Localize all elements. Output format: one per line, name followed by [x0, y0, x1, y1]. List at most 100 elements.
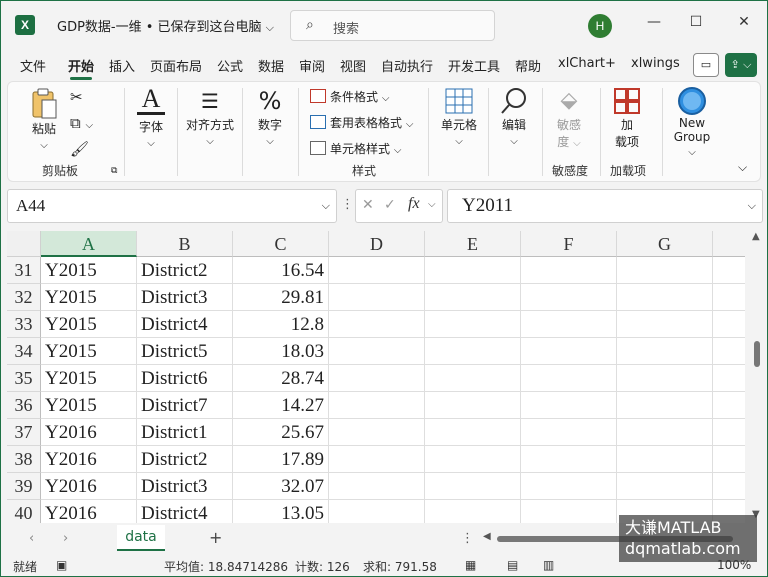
- table-cell[interactable]: 25.67: [233, 419, 329, 446]
- more-sheets-icon[interactable]: ⋮: [461, 531, 474, 546]
- more-options-icon[interactable]: ⋮: [341, 197, 354, 212]
- table-cell[interactable]: [329, 419, 425, 446]
- table-cell[interactable]: [521, 365, 617, 392]
- column-header-a[interactable]: A: [41, 231, 137, 257]
- share-button[interactable]: ⇪ ⌵: [725, 53, 757, 77]
- new-group-button[interactable]: New Group ⌵: [670, 86, 714, 158]
- table-cell[interactable]: 13.05: [233, 500, 329, 523]
- column-header-b[interactable]: B: [137, 231, 233, 257]
- vertical-scrollbar[interactable]: ▲ ▼: [749, 231, 765, 523]
- tab-review[interactable]: 审阅: [299, 56, 325, 75]
- table-cell[interactable]: District6: [137, 365, 233, 392]
- table-cell[interactable]: [329, 311, 425, 338]
- table-cell[interactable]: [713, 338, 745, 365]
- column-header-g[interactable]: G: [617, 231, 713, 257]
- accessibility-icon[interactable]: ▣: [56, 558, 67, 572]
- table-cell[interactable]: [521, 257, 617, 284]
- table-cell[interactable]: [617, 365, 713, 392]
- row-header[interactable]: 34: [7, 338, 41, 365]
- table-cell[interactable]: District2: [137, 446, 233, 473]
- table-cell[interactable]: [713, 392, 745, 419]
- sheet-tab-data[interactable]: data: [117, 525, 165, 551]
- tab-xlwings[interactable]: xlwings: [631, 56, 680, 71]
- table-cell[interactable]: [713, 311, 745, 338]
- comments-icon[interactable]: ▭: [693, 53, 719, 77]
- table-cell[interactable]: District7: [137, 392, 233, 419]
- table-cell[interactable]: [521, 311, 617, 338]
- table-cell[interactable]: [713, 419, 745, 446]
- name-box[interactable]: A44 ⌵: [7, 189, 337, 223]
- tab-page-layout[interactable]: 页面布局: [150, 56, 202, 75]
- table-cell[interactable]: [521, 446, 617, 473]
- table-cell[interactable]: Y2016: [41, 446, 137, 473]
- table-cell[interactable]: [617, 419, 713, 446]
- table-cell[interactable]: District4: [137, 500, 233, 523]
- row-header[interactable]: 39: [7, 473, 41, 500]
- table-cell[interactable]: [329, 365, 425, 392]
- tab-home[interactable]: 开始: [68, 56, 94, 80]
- table-cell[interactable]: 14.27: [233, 392, 329, 419]
- table-cell[interactable]: Y2015: [41, 338, 137, 365]
- tab-developer[interactable]: 开发工具: [448, 56, 500, 75]
- status-average[interactable]: 平均值: 18.84714286: [164, 558, 288, 575]
- sheet-prev-icon[interactable]: ‹: [29, 531, 34, 546]
- alignment-button[interactable]: ☰ 对齐方式 ⌵: [184, 86, 236, 147]
- tab-file[interactable]: 文件: [20, 56, 46, 75]
- table-cell[interactable]: [617, 257, 713, 284]
- add-sheet-button[interactable]: +: [209, 528, 222, 547]
- table-cell[interactable]: [425, 392, 521, 419]
- copy-icon[interactable]: ⧉ ⌵: [70, 114, 93, 132]
- column-header-c[interactable]: C: [233, 231, 329, 257]
- table-cell[interactable]: 29.81: [233, 284, 329, 311]
- table-cell[interactable]: 12.8: [233, 311, 329, 338]
- collapse-ribbon-icon[interactable]: ⌵: [738, 160, 747, 175]
- table-cell[interactable]: Y2015: [41, 365, 137, 392]
- table-cell[interactable]: Y2015: [41, 311, 137, 338]
- table-cell[interactable]: [521, 284, 617, 311]
- table-cell[interactable]: [617, 284, 713, 311]
- table-cell[interactable]: Y2016: [41, 419, 137, 446]
- table-cell[interactable]: [521, 473, 617, 500]
- table-cell[interactable]: [713, 473, 745, 500]
- table-cell[interactable]: [713, 284, 745, 311]
- table-cell[interactable]: [617, 446, 713, 473]
- cut-icon[interactable]: ✂: [70, 88, 83, 106]
- font-button[interactable]: A 字体 ⌵: [134, 86, 168, 149]
- row-header[interactable]: 40: [7, 500, 41, 523]
- table-cell[interactable]: District3: [137, 284, 233, 311]
- table-cell[interactable]: 16.54: [233, 257, 329, 284]
- table-cell[interactable]: [617, 311, 713, 338]
- table-cell[interactable]: [713, 365, 745, 392]
- table-cell[interactable]: Y2015: [41, 284, 137, 311]
- table-cell[interactable]: [425, 473, 521, 500]
- row-header[interactable]: 37: [7, 419, 41, 446]
- row-header[interactable]: 31: [7, 257, 41, 284]
- table-cell[interactable]: [617, 473, 713, 500]
- conditional-format-button[interactable]: 条件格式 ⌵: [310, 88, 389, 105]
- addins-button[interactable]: 加载项: [612, 86, 642, 150]
- cancel-icon[interactable]: ✕: [362, 197, 374, 213]
- avatar[interactable]: H: [588, 14, 612, 38]
- number-button[interactable]: % 数字 ⌵: [254, 86, 286, 147]
- row-header[interactable]: 33: [7, 311, 41, 338]
- table-cell[interactable]: [425, 257, 521, 284]
- table-cell[interactable]: District3: [137, 473, 233, 500]
- table-cell[interactable]: Y2016: [41, 500, 137, 523]
- table-cell[interactable]: [617, 392, 713, 419]
- table-cell[interactable]: District1: [137, 419, 233, 446]
- select-all-corner[interactable]: [7, 231, 41, 257]
- table-cell[interactable]: District4: [137, 311, 233, 338]
- table-cell[interactable]: [713, 257, 745, 284]
- tab-view[interactable]: 视图: [340, 56, 366, 75]
- column-header-f[interactable]: F: [521, 231, 617, 257]
- scroll-up-icon[interactable]: ▲: [752, 231, 760, 242]
- table-cell[interactable]: 17.89: [233, 446, 329, 473]
- table-cell[interactable]: Y2015: [41, 257, 137, 284]
- table-cell[interactable]: [329, 473, 425, 500]
- table-cell[interactable]: Y2016: [41, 473, 137, 500]
- page-break-view-icon[interactable]: ▥: [543, 558, 554, 572]
- table-cell[interactable]: 32.07: [233, 473, 329, 500]
- minimize-button[interactable]: —: [641, 14, 667, 36]
- table-cell[interactable]: [521, 392, 617, 419]
- row-header[interactable]: 38: [7, 446, 41, 473]
